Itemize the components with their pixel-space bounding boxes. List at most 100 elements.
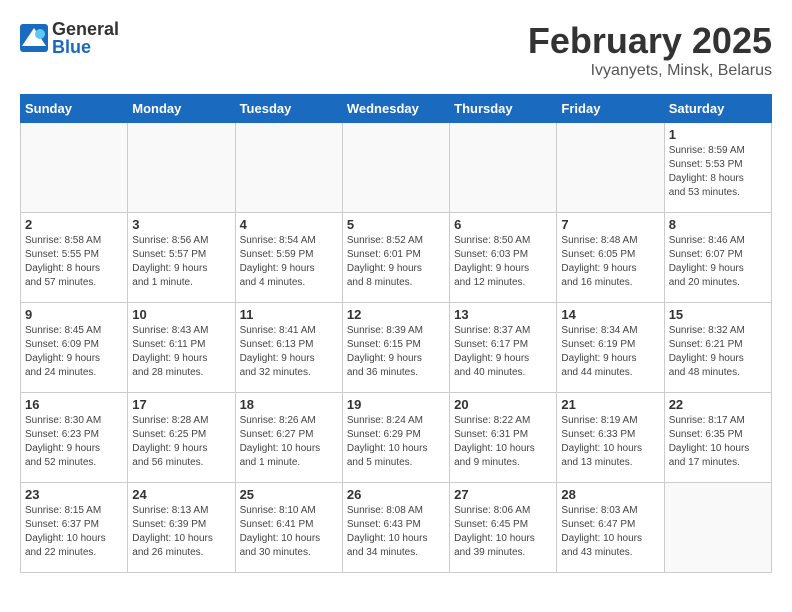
day-number: 17 [132,397,230,412]
day-number: 16 [25,397,123,412]
day-number: 13 [454,307,552,322]
calendar-cell [21,123,128,213]
day-info: Sunrise: 8:26 AM Sunset: 6:27 PM Dayligh… [240,414,338,470]
day-number: 7 [561,217,659,232]
day-info: Sunrise: 8:50 AM Sunset: 6:03 PM Dayligh… [454,234,552,290]
day-info: Sunrise: 8:06 AM Sunset: 6:45 PM Dayligh… [454,504,552,560]
calendar-cell [557,123,664,213]
day-number: 19 [347,397,445,412]
calendar-week-row: 16 Sunrise: 8:30 AM Sunset: 6:23 PM Dayli… [21,393,772,483]
calendar-cell: 7 Sunrise: 8:48 AM Sunset: 6:05 PM Daylig… [557,213,664,303]
calendar-cell: 22 Sunrise: 8:17 AM Sunset: 6:35 PM Dayli… [664,393,771,483]
calendar-cell: 25 Sunrise: 8:10 AM Sunset: 6:41 PM Dayli… [235,483,342,573]
calendar-cell: 15 Sunrise: 8:32 AM Sunset: 6:21 PM Dayli… [664,303,771,393]
day-number: 9 [25,307,123,322]
day-info: Sunrise: 8:52 AM Sunset: 6:01 PM Dayligh… [347,234,445,290]
day-number: 25 [240,487,338,502]
day-info: Sunrise: 8:19 AM Sunset: 6:33 PM Dayligh… [561,414,659,470]
day-info: Sunrise: 8:37 AM Sunset: 6:17 PM Dayligh… [454,324,552,380]
calendar-cell [128,123,235,213]
day-number: 2 [25,217,123,232]
day-info: Sunrise: 8:58 AM Sunset: 5:55 PM Dayligh… [25,234,123,290]
day-number: 22 [669,397,767,412]
day-info: Sunrise: 8:10 AM Sunset: 6:41 PM Dayligh… [240,504,338,560]
day-number: 10 [132,307,230,322]
day-info: Sunrise: 8:43 AM Sunset: 6:11 PM Dayligh… [132,324,230,380]
day-info: Sunrise: 8:22 AM Sunset: 6:31 PM Dayligh… [454,414,552,470]
calendar-cell: 18 Sunrise: 8:26 AM Sunset: 6:27 PM Dayli… [235,393,342,483]
day-number: 26 [347,487,445,502]
weekday-header-friday: Friday [557,95,664,123]
calendar-cell: 20 Sunrise: 8:22 AM Sunset: 6:31 PM Dayli… [450,393,557,483]
day-number: 5 [347,217,445,232]
day-info: Sunrise: 8:13 AM Sunset: 6:39 PM Dayligh… [132,504,230,560]
day-number: 3 [132,217,230,232]
day-info: Sunrise: 8:08 AM Sunset: 6:43 PM Dayligh… [347,504,445,560]
logo: General Blue [20,20,119,56]
day-info: Sunrise: 8:03 AM Sunset: 6:47 PM Dayligh… [561,504,659,560]
day-number: 4 [240,217,338,232]
weekday-header-sunday: Sunday [21,95,128,123]
calendar-cell [450,123,557,213]
day-number: 20 [454,397,552,412]
calendar-cell: 21 Sunrise: 8:19 AM Sunset: 6:33 PM Dayli… [557,393,664,483]
calendar-cell: 26 Sunrise: 8:08 AM Sunset: 6:43 PM Dayli… [342,483,449,573]
day-number: 18 [240,397,338,412]
weekday-header-wednesday: Wednesday [342,95,449,123]
day-number: 23 [25,487,123,502]
day-number: 11 [240,307,338,322]
day-info: Sunrise: 8:30 AM Sunset: 6:23 PM Dayligh… [25,414,123,470]
day-info: Sunrise: 8:24 AM Sunset: 6:29 PM Dayligh… [347,414,445,470]
calendar-cell: 8 Sunrise: 8:46 AM Sunset: 6:07 PM Daylig… [664,213,771,303]
calendar-cell: 28 Sunrise: 8:03 AM Sunset: 6:47 PM Dayli… [557,483,664,573]
day-number: 8 [669,217,767,232]
calendar-cell: 16 Sunrise: 8:30 AM Sunset: 6:23 PM Dayli… [21,393,128,483]
day-number: 15 [669,307,767,322]
calendar-subtitle: Ivyanyets, Minsk, Belarus [528,62,772,80]
calendar-cell: 6 Sunrise: 8:50 AM Sunset: 6:03 PM Daylig… [450,213,557,303]
day-number: 6 [454,217,552,232]
calendar-cell: 23 Sunrise: 8:15 AM Sunset: 6:37 PM Dayli… [21,483,128,573]
calendar-week-row: 9 Sunrise: 8:45 AM Sunset: 6:09 PM Daylig… [21,303,772,393]
calendar-cell: 14 Sunrise: 8:34 AM Sunset: 6:19 PM Dayli… [557,303,664,393]
day-info: Sunrise: 8:59 AM Sunset: 5:53 PM Dayligh… [669,144,767,200]
day-info: Sunrise: 8:46 AM Sunset: 6:07 PM Dayligh… [669,234,767,290]
calendar-cell: 24 Sunrise: 8:13 AM Sunset: 6:39 PM Dayli… [128,483,235,573]
day-number: 1 [669,127,767,142]
calendar-cell: 1 Sunrise: 8:59 AM Sunset: 5:53 PM Daylig… [664,123,771,213]
day-info: Sunrise: 8:28 AM Sunset: 6:25 PM Dayligh… [132,414,230,470]
calendar-cell [342,123,449,213]
day-number: 21 [561,397,659,412]
calendar-table: SundayMondayTuesdayWednesdayThursdayFrid… [20,94,772,573]
calendar-cell: 2 Sunrise: 8:58 AM Sunset: 5:55 PM Daylig… [21,213,128,303]
day-number: 12 [347,307,445,322]
day-number: 28 [561,487,659,502]
calendar-cell: 27Sunrise: 8:06 AM Sunset: 6:45 PM Dayli… [450,483,557,573]
day-info: Sunrise: 8:41 AM Sunset: 6:13 PM Dayligh… [240,324,338,380]
day-info: Sunrise: 8:34 AM Sunset: 6:19 PM Dayligh… [561,324,659,380]
day-info: Sunrise: 8:32 AM Sunset: 6:21 PM Dayligh… [669,324,767,380]
weekday-header-row: SundayMondayTuesdayWednesdayThursdayFrid… [21,95,772,123]
calendar-cell [664,483,771,573]
logo-blue-text: Blue [52,38,119,56]
calendar-cell: 11 Sunrise: 8:41 AM Sunset: 6:13 PM Dayli… [235,303,342,393]
calendar-cell: 10 Sunrise: 8:43 AM Sunset: 6:11 PM Dayli… [128,303,235,393]
weekday-header-tuesday: Tuesday [235,95,342,123]
day-info: Sunrise: 8:15 AM Sunset: 6:37 PM Dayligh… [25,504,123,560]
calendar-cell: 3 Sunrise: 8:56 AM Sunset: 5:57 PM Daylig… [128,213,235,303]
weekday-header-thursday: Thursday [450,95,557,123]
logo-icon [20,24,48,52]
calendar-cell: 17 Sunrise: 8:28 AM Sunset: 6:25 PM Dayli… [128,393,235,483]
calendar-cell: 19 Sunrise: 8:24 AM Sunset: 6:29 PM Dayli… [342,393,449,483]
day-info: Sunrise: 8:17 AM Sunset: 6:35 PM Dayligh… [669,414,767,470]
day-info: Sunrise: 8:54 AM Sunset: 5:59 PM Dayligh… [240,234,338,290]
calendar-cell: 9 Sunrise: 8:45 AM Sunset: 6:09 PM Daylig… [21,303,128,393]
day-number: 24 [132,487,230,502]
calendar-cell [235,123,342,213]
calendar-week-row: 1 Sunrise: 8:59 AM Sunset: 5:53 PM Daylig… [21,123,772,213]
title-section: February 2025 Ivyanyets, Minsk, Belarus [528,20,772,80]
day-number: 14 [561,307,659,322]
day-info: Sunrise: 8:56 AM Sunset: 5:57 PM Dayligh… [132,234,230,290]
day-info: Sunrise: 8:45 AM Sunset: 6:09 PM Dayligh… [25,324,123,380]
day-info: Sunrise: 8:48 AM Sunset: 6:05 PM Dayligh… [561,234,659,290]
